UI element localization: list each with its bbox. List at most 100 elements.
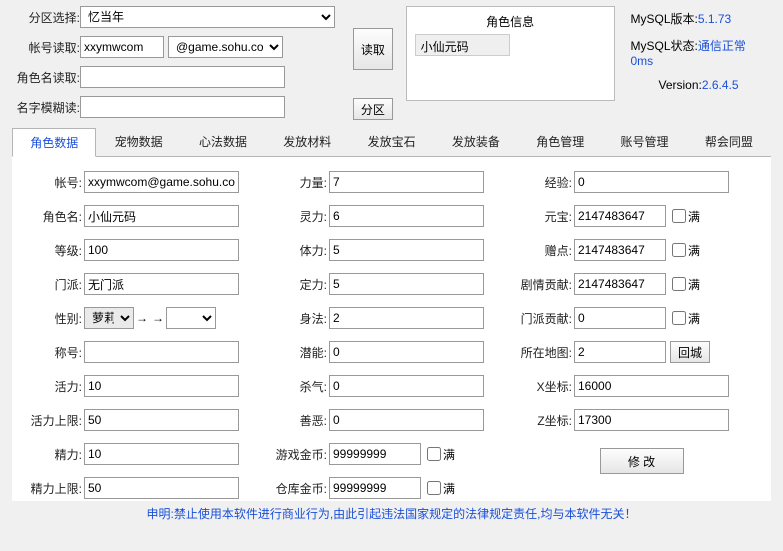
gold-field[interactable] (329, 443, 421, 465)
name-field[interactable] (84, 205, 239, 227)
story-contrib-label: 剧情贡献: (514, 276, 572, 293)
vitality-max-field[interactable] (84, 409, 239, 431)
full-label: 满 (443, 480, 455, 497)
exp-label: 经验: (514, 174, 572, 191)
level-label: 等级: (24, 242, 82, 259)
zone-button[interactable]: 分区 (353, 98, 393, 120)
tab-account-manage[interactable]: 账号管理 (602, 128, 686, 156)
read-button[interactable]: 读取 (353, 28, 393, 70)
bank-label: 仓库金币: (269, 480, 327, 497)
z-coord-label: Z坐标: (514, 412, 572, 429)
zone-label: 分区选择: (12, 9, 80, 26)
level-field[interactable] (84, 239, 239, 261)
energy-max-label: 精力上限: (24, 480, 82, 497)
full-label: 满 (443, 446, 455, 463)
gender-select[interactable]: 萝莉 (84, 307, 134, 329)
faction-field[interactable] (84, 273, 239, 295)
will-field[interactable] (329, 273, 484, 295)
gold-label: 游戏金币: (269, 446, 327, 463)
full-label: 满 (688, 208, 700, 225)
yuanbao-full-checkbox[interactable] (672, 209, 686, 223)
fuzzy-label: 名字模糊读: (12, 99, 80, 116)
alignment-label: 善恶: (269, 412, 327, 429)
tab-give-equip[interactable]: 发放装备 (434, 128, 518, 156)
bank-full-checkbox[interactable] (427, 481, 441, 495)
gold-full-checkbox[interactable] (427, 447, 441, 461)
vitality-max-label: 活力上限: (24, 412, 82, 429)
faction-contrib-field[interactable] (574, 307, 666, 329)
z-coord-field[interactable] (574, 409, 729, 431)
gender-select-2[interactable] (166, 307, 216, 329)
gift-field[interactable] (574, 239, 666, 261)
vitality-label: 活力: (24, 378, 82, 395)
gift-label: 赠点: (514, 242, 572, 259)
tab-give-gem[interactable]: 发放宝石 (349, 128, 433, 156)
role-info-title: 角色信息 (415, 13, 606, 30)
tab-role-manage[interactable]: 角色管理 (518, 128, 602, 156)
role-info-panel: 角色信息 小仙元码 (406, 6, 615, 101)
zone-select[interactable]: 忆当年 (80, 6, 335, 28)
return-city-button[interactable]: 回城 (670, 341, 710, 363)
faction-label: 门派: (24, 276, 82, 293)
faction-full-checkbox[interactable] (672, 311, 686, 325)
bank-field[interactable] (329, 477, 421, 499)
name-label: 角色名: (24, 208, 82, 225)
tab-bar: 角色数据 宠物数据 心法数据 发放材料 发放宝石 发放装备 角色管理 账号管理 … (12, 128, 771, 157)
energy-max-field[interactable] (84, 477, 239, 499)
fuzzy-input[interactable] (80, 96, 285, 118)
agility-label: 身法: (269, 310, 327, 327)
yuanbao-label: 元宝: (514, 208, 572, 225)
energy-label: 精力: (24, 446, 82, 463)
alignment-field[interactable] (329, 409, 484, 431)
account-input[interactable] (80, 36, 164, 58)
agility-field[interactable] (329, 307, 484, 329)
kill-label: 杀气: (269, 378, 327, 395)
gender-label: 性别: (24, 310, 82, 327)
story-full-checkbox[interactable] (672, 277, 686, 291)
tab-give-material[interactable]: 发放材料 (265, 128, 349, 156)
constitution-field[interactable] (329, 239, 484, 261)
title-field[interactable] (84, 341, 239, 363)
full-label: 满 (688, 242, 700, 259)
modify-button[interactable]: 修 改 (600, 448, 684, 474)
account-label: 帐号读取: (12, 39, 80, 56)
acct-field[interactable] (84, 171, 239, 193)
story-contrib-field[interactable] (574, 273, 666, 295)
tab-guild[interactable]: 帮会同盟 (687, 128, 771, 156)
gift-full-checkbox[interactable] (672, 243, 686, 257)
potential-field[interactable] (329, 341, 484, 363)
tab-role-data[interactable]: 角色数据 (12, 128, 96, 157)
acct-label: 帐号: (24, 174, 82, 191)
disclaimer-text: 申明:禁止使用本软件进行商业行为,由此引起违法国家规定的法律规定责任,均与本软件… (12, 501, 771, 522)
mysql-version-label: MySQL版本: (631, 12, 698, 26)
full-label: 满 (688, 276, 700, 293)
spirit-label: 灵力: (269, 208, 327, 225)
title-label: 称号: (24, 344, 82, 361)
arrow-icon: → (136, 311, 148, 325)
version-label: Version: (659, 78, 702, 92)
mysql-state-label: MySQL状态: (631, 39, 698, 53)
rolename-label: 角色名读取: (12, 69, 80, 86)
domain-select[interactable]: @game.sohu.com (168, 36, 283, 58)
yuanbao-field[interactable] (574, 205, 666, 227)
potential-label: 潜能: (269, 344, 327, 361)
spirit-field[interactable] (329, 205, 484, 227)
map-field[interactable] (574, 341, 666, 363)
mysql-version: 5.1.73 (698, 12, 731, 26)
strength-label: 力量: (269, 174, 327, 191)
x-coord-field[interactable] (574, 375, 729, 397)
exp-field[interactable] (574, 171, 729, 193)
strength-field[interactable] (329, 171, 484, 193)
full-label: 满 (688, 310, 700, 327)
arrow-icon: → (152, 311, 164, 325)
energy-field[interactable] (84, 443, 239, 465)
kill-field[interactable] (329, 375, 484, 397)
constitution-label: 体力: (269, 242, 327, 259)
vitality-field[interactable] (84, 375, 239, 397)
rolename-input[interactable] (80, 66, 285, 88)
x-coord-label: X坐标: (514, 378, 572, 395)
tab-skill-data[interactable]: 心法数据 (181, 128, 265, 156)
tab-pet-data[interactable]: 宠物数据 (96, 128, 180, 156)
faction-contrib-label: 门派贡献: (514, 310, 572, 327)
system-info: MySQL版本:5.1.73 MySQL状态:通信正常 0ms Version:… (631, 6, 772, 102)
